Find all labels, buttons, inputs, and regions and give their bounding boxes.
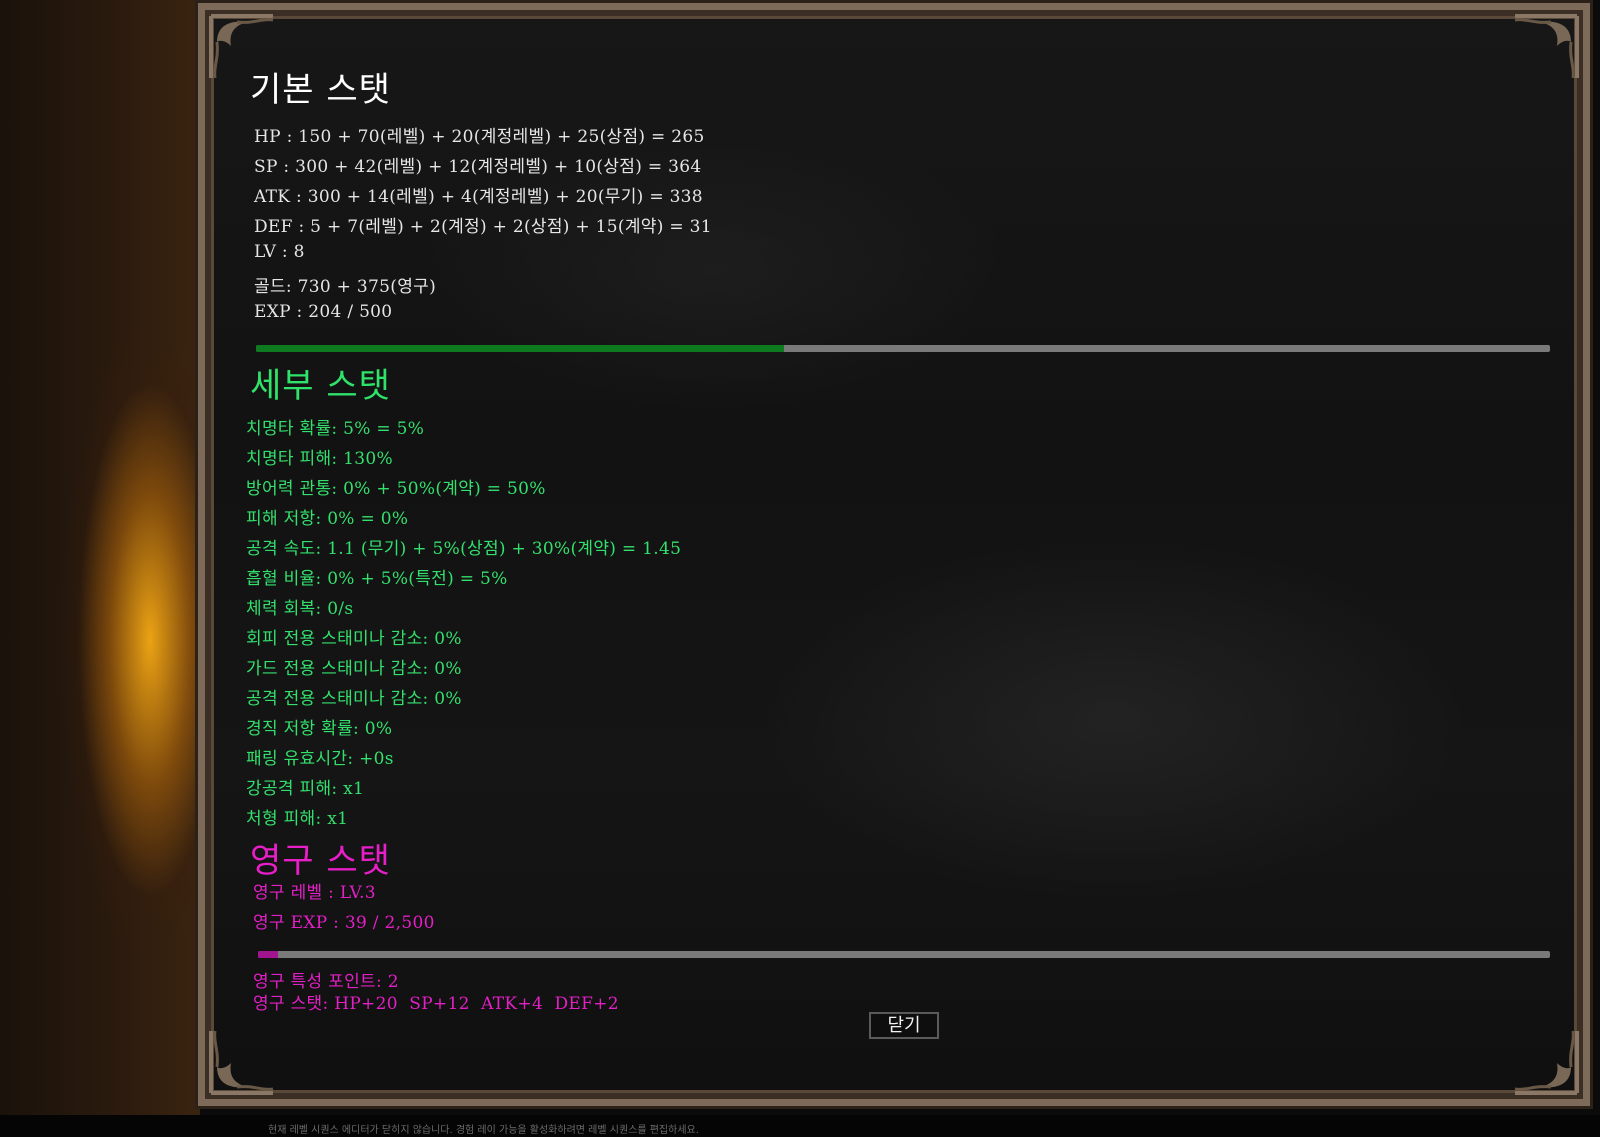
detail-stat-damage-resist: 피해 저항: 0% = 0%: [246, 509, 409, 529]
permanent-exp: 영구 EXP : 39 / 2,500: [253, 913, 435, 933]
basic-stat-atk: ATK : 300 + 14(레벨) + 4(계정레벨) + 20(무기) = …: [254, 187, 703, 207]
exp-progress-fill: [256, 345, 784, 352]
basic-stat-hp: HP : 150 + 70(레벨) + 20(계정레벨) + 25(상점) = …: [254, 127, 705, 147]
detail-stat-lifesteal: 흡혈 비율: 0% + 5%(특전) = 5%: [246, 569, 508, 589]
close-button[interactable]: 닫기: [869, 1012, 939, 1039]
basic-stat-level: LV : 8: [254, 242, 305, 262]
permanent-stat-bonuses: 영구 스탯: HP+20 SP+12 ATK+4 DEF+2: [253, 994, 619, 1014]
exp-progress-bar: [256, 345, 1550, 352]
basic-stat-exp: EXP : 204 / 500: [254, 302, 393, 322]
basic-stat-sp: SP : 300 + 42(레벨) + 12(계정레벨) + 10(상점) = …: [254, 157, 702, 177]
detail-stat-attack-stamina: 공격 전용 스태미나 감소: 0%: [246, 689, 462, 709]
permanent-exp-progress-fill: [258, 951, 279, 958]
stats-content: 기본 스탯 HP : 150 + 70(레벨) + 20(계정레벨) + 25(…: [0, 0, 1600, 1137]
detail-stat-execute-damage: 처형 피해: x1: [246, 809, 349, 829]
detail-stat-armor-pen: 방어력 관통: 0% + 50%(계약) = 50%: [246, 479, 546, 499]
basic-stats-title: 기본 스탯: [250, 70, 391, 110]
detail-stat-stagger-resist: 경직 저항 확률: 0%: [246, 719, 393, 739]
permanent-level: 영구 레벨 : LV.3: [253, 883, 376, 903]
permanent-exp-progress-bar: [258, 951, 1550, 958]
detail-stat-attack-speed: 공격 속도: 1.1 (무기) + 5%(상점) + 30%(계약) = 1.4…: [246, 539, 682, 559]
detail-stat-crit-damage: 치명타 피해: 130%: [246, 449, 393, 469]
basic-stat-gold: 골드: 730 + 375(영구): [254, 277, 437, 297]
detail-stat-heavy-damage: 강공격 피해: x1: [246, 779, 365, 799]
detail-stat-parry-window: 패링 유효시간: +0s: [246, 749, 394, 769]
detail-stat-crit-chance: 치명타 확률: 5% = 5%: [246, 419, 425, 439]
detail-stats-title: 세부 스탯: [250, 366, 391, 406]
basic-stat-def: DEF : 5 + 7(레벨) + 2(계정) + 2(상점) + 15(계약)…: [254, 217, 712, 237]
detail-stat-hp-regen: 체력 회복: 0/s: [246, 599, 354, 619]
permanent-stats-title: 영구 스탯: [250, 841, 391, 881]
detail-stat-guard-stamina: 가드 전용 스태미나 감소: 0%: [246, 659, 462, 679]
detail-stat-dodge-stamina: 회피 전용 스태미나 감소: 0%: [246, 629, 462, 649]
